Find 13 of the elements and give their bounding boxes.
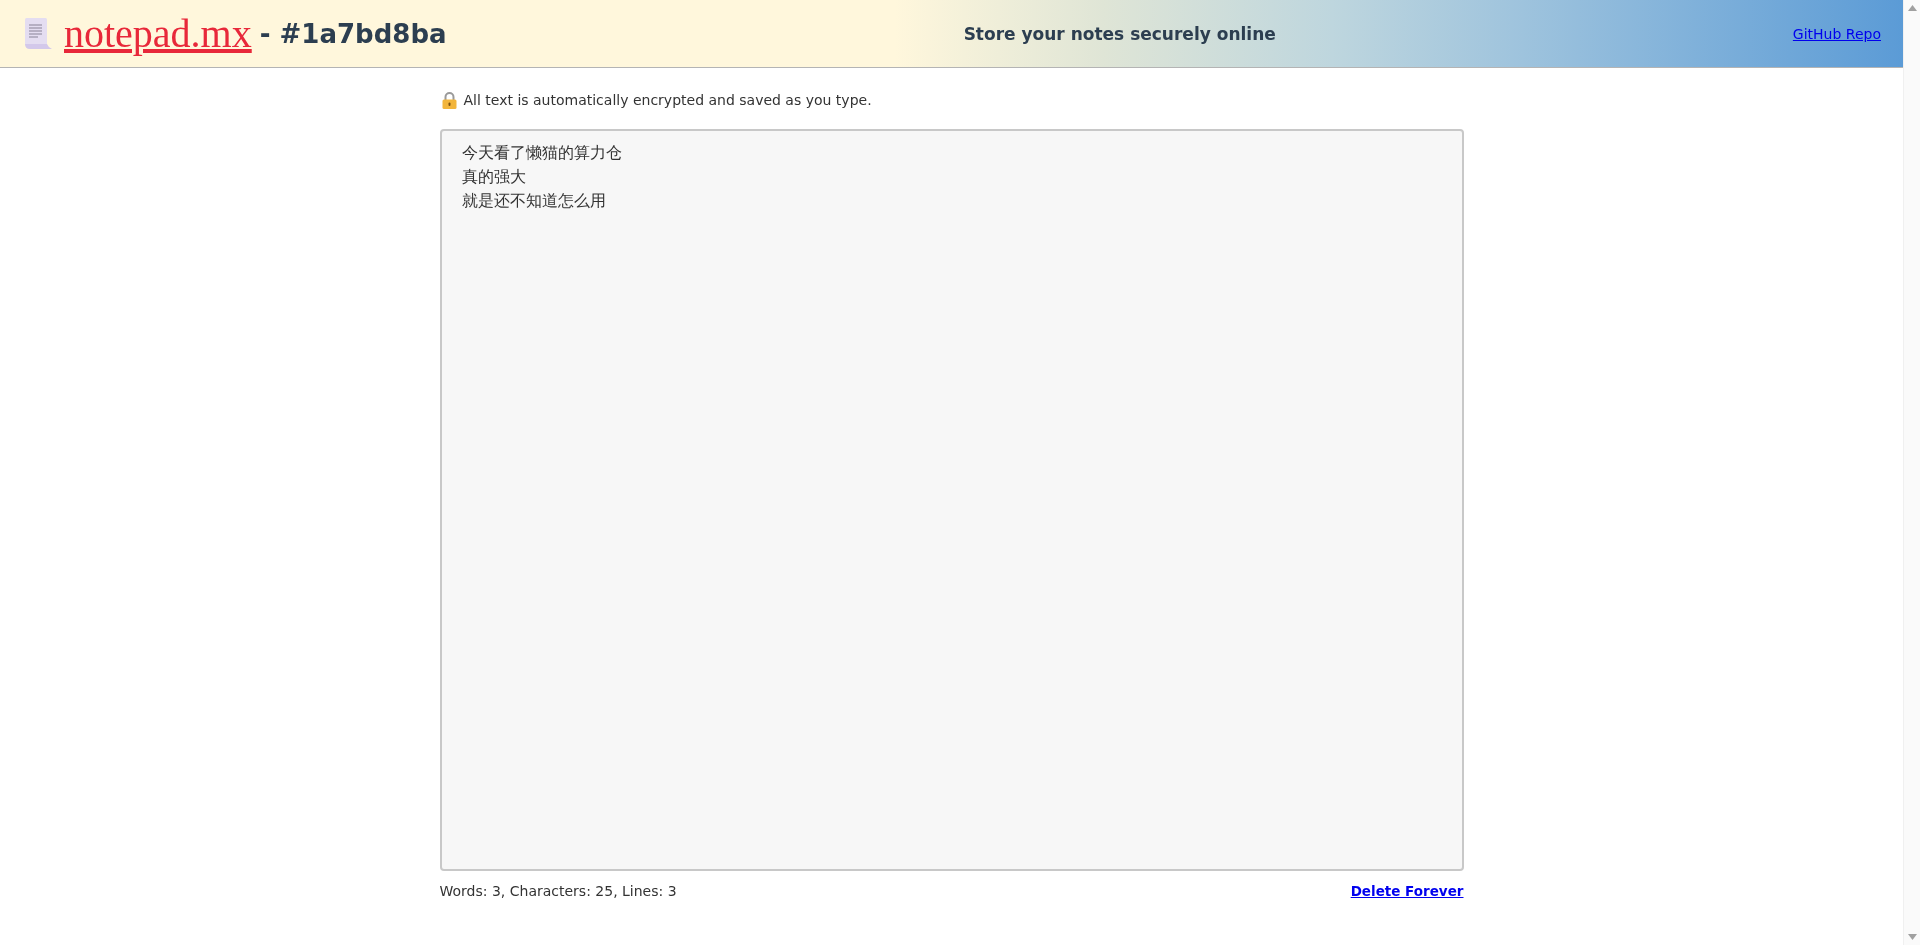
site-logo-link[interactable]: notepad.mx	[64, 11, 252, 56]
repo-link[interactable]: GitHub Repo	[1792, 25, 1881, 42]
delete-link[interactable]: Delete Forever	[1350, 883, 1464, 899]
tagline: Store your notes securely online	[963, 23, 1276, 44]
note-stats: Words: 3, Characters: 25, Lines: 3	[439, 883, 677, 899]
lock-icon	[441, 91, 457, 109]
document-icon	[24, 18, 53, 49]
down-arrow-icon[interactable]	[1907, 934, 1917, 940]
scrollbar[interactable]	[1903, 0, 1920, 945]
note-text-area[interactable]: 今天看了懒猫的算力仓 真的强大 就是还不知道怎么用	[439, 129, 1464, 871]
up-arrow-icon[interactable]	[1907, 5, 1917, 11]
encryption-notice: All text is automatically encrypted and saved as you type.	[463, 91, 872, 109]
note-id: - #1a7bd8ba	[259, 18, 447, 49]
